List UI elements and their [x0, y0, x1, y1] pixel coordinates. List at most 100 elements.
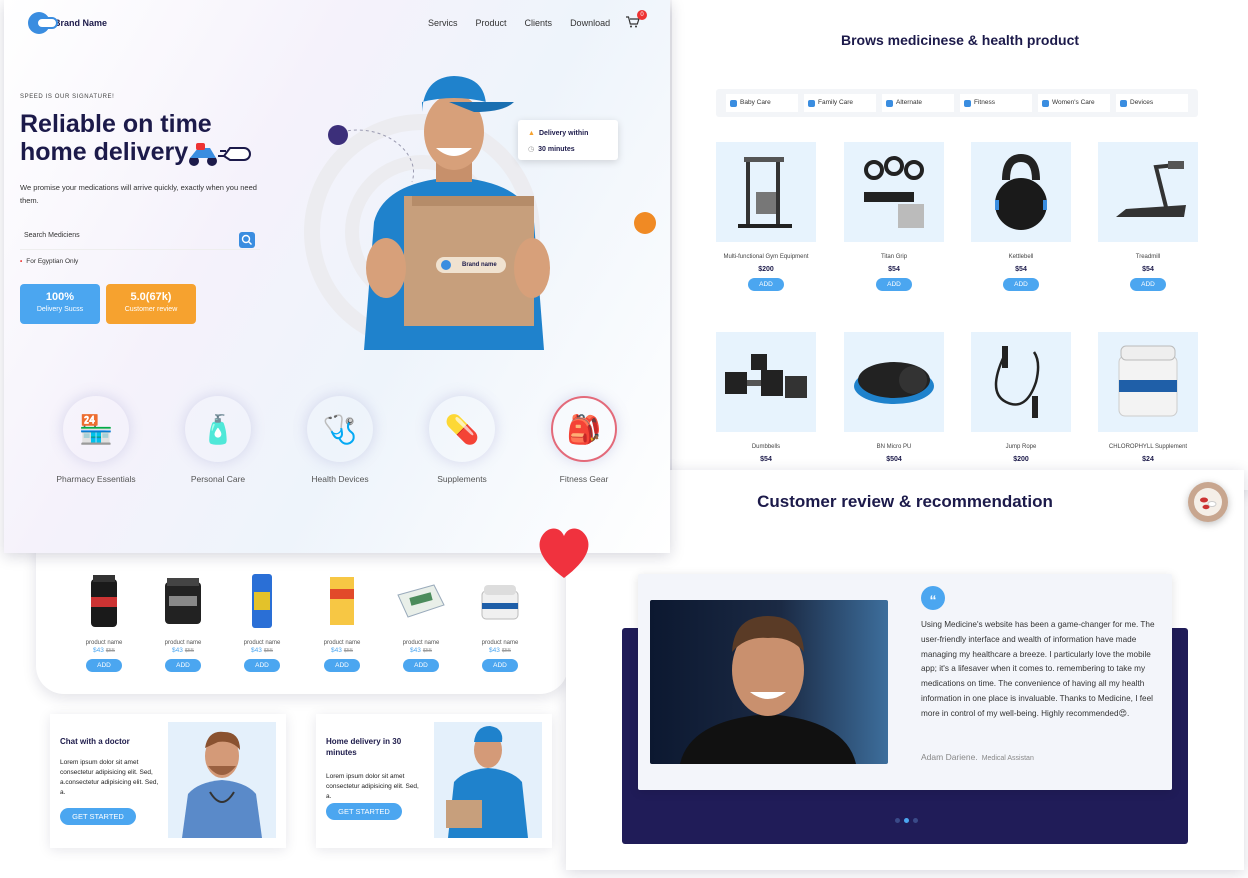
category-supplements[interactable]: 💊 Supplements	[412, 396, 512, 486]
filter-alternate[interactable]: Alternate	[882, 94, 954, 112]
nav-services[interactable]: Servics	[428, 18, 458, 28]
egypt-only-note: • For Egyptian Only	[20, 258, 78, 265]
search-button[interactable]	[239, 232, 255, 248]
stat-delivery-label: Delivery Sucss	[36, 306, 84, 313]
stethoscope-icon	[1120, 100, 1127, 107]
product-name: product name	[243, 640, 281, 646]
delivery-card-line1-text: Delivery within	[538, 130, 589, 137]
product-card[interactable]: Dumbbells $54	[716, 332, 816, 463]
note-text: For Egyptian Only	[26, 258, 79, 265]
promo-home-delivery: Home delivery in 30 minutes Lorem ipsum …	[316, 714, 552, 848]
personal-care-icon: 🧴	[185, 396, 251, 462]
carousel-dot[interactable]	[913, 818, 918, 823]
reviewer-photo	[650, 600, 888, 764]
get-started-button[interactable]: GET STARTED	[326, 803, 402, 820]
filter-devices[interactable]: Devices	[1116, 94, 1188, 112]
filter-label: Women's Care	[1052, 99, 1095, 106]
promo-title: Home delivery in 30 minutes	[326, 737, 402, 757]
filter-family-care[interactable]: Family Care	[804, 94, 876, 112]
product-price: $43 $55	[74, 647, 134, 654]
nav-clients[interactable]: Clients	[525, 18, 553, 28]
add-to-cart-button[interactable]: ADD	[86, 659, 122, 672]
scooter-icon	[189, 143, 251, 166]
delivery-card-line1: ▲ Delivery within	[528, 126, 608, 142]
add-to-cart-button[interactable]: ADD	[244, 659, 280, 672]
price-old: $55	[422, 648, 433, 654]
product-card[interactable]: Kettlebell $54 ADD	[971, 142, 1071, 291]
product-card[interactable]: BN Micro PU $504	[844, 332, 944, 463]
strip-product[interactable]: product name $43 $55 ADD	[470, 568, 530, 672]
product-name: Titan Grip	[880, 254, 908, 260]
product-price: $43 $55	[153, 647, 213, 654]
delivery-man-image	[364, 76, 550, 350]
price-current: $43	[171, 647, 183, 654]
product-price: $43 $55	[470, 647, 530, 654]
brand-logo[interactable]: Brand Name	[28, 12, 107, 34]
filter-label: Baby Care	[740, 99, 771, 106]
search-input[interactable]: Search Mediciens	[20, 226, 260, 250]
bullet-icon: •	[20, 258, 23, 265]
product-price: $504	[886, 456, 902, 463]
strip-product[interactable]: product name $43 $55 ADD	[312, 568, 372, 672]
category-personal-care[interactable]: 🧴 Personal Care	[168, 396, 268, 486]
filter-label: Fitness	[974, 99, 995, 106]
product-name: product name	[85, 640, 123, 646]
product-name: BN Micro PU	[876, 444, 912, 450]
cart-count-badge: 0	[637, 10, 647, 20]
product-card[interactable]: Multi-functional Gym Equipment $200 ADD	[716, 142, 816, 291]
energy-can-image	[232, 568, 292, 634]
filter-label: Family Care	[818, 99, 854, 106]
stat-delivery: 100% Delivery Sucss	[20, 284, 100, 324]
price-current: $43	[250, 647, 262, 654]
stat-review: 5.0(67k) Customer review	[106, 284, 196, 324]
hero-headline-line1: Reliable on time	[20, 110, 212, 138]
add-to-cart-button[interactable]: ADD	[1003, 278, 1039, 291]
product-card[interactable]: CHLOROPHYLL Supplement $24	[1098, 332, 1198, 463]
product-card[interactable]: Titan Grip $54 ADD	[844, 142, 944, 291]
product-card[interactable]: Jump Rope $200	[971, 332, 1071, 463]
filter-womens-care[interactable]: Women's Care	[1038, 94, 1110, 112]
supplement-tub-image	[153, 568, 213, 634]
strip-product[interactable]: product name $43 $55 ADD	[153, 568, 213, 672]
carousel-dot-active[interactable]	[904, 818, 909, 823]
add-to-cart-button[interactable]: ADD	[876, 278, 912, 291]
add-to-cart-button[interactable]: ADD	[1130, 278, 1166, 291]
add-to-cart-button[interactable]: ADD	[748, 278, 784, 291]
kettlebell-image	[971, 142, 1071, 242]
dumbbells-image	[716, 332, 816, 432]
strip-product[interactable]: product name $43 $55 ADD	[232, 568, 292, 672]
add-to-cart-button[interactable]: ADD	[482, 659, 518, 672]
product-price: $54	[1015, 266, 1027, 273]
get-started-button[interactable]: GET STARTED	[60, 808, 136, 825]
author-name: Adam Dariene.	[921, 752, 978, 762]
filter-fitness[interactable]: Fitness	[960, 94, 1032, 112]
cream-jar-image	[470, 568, 530, 634]
product-card[interactable]: Treadmill $54 ADD	[1098, 142, 1198, 291]
hero-eyebrow: SPEED IS OUR SIGNATURE!	[20, 94, 115, 100]
nav-download[interactable]: Download	[570, 18, 610, 28]
price-current: $43	[330, 647, 342, 654]
category-pharmacy[interactable]: 🏪 Pharmacy Essentials	[46, 396, 146, 486]
balance-pad-image	[844, 332, 944, 432]
filter-baby-care[interactable]: Baby Care	[726, 94, 798, 112]
box-label: Brand name	[462, 262, 497, 268]
protein-tub-image	[74, 568, 134, 634]
category-label: Pharmacy Essentials	[56, 474, 136, 484]
product-price: $43 $55	[232, 647, 292, 654]
product-name: product name	[164, 640, 202, 646]
delivery-man-small-image	[434, 722, 542, 838]
nav-product[interactable]: Product	[476, 18, 507, 28]
add-to-cart-button[interactable]: ADD	[403, 659, 439, 672]
location-pin-icon	[634, 212, 656, 234]
strip-product[interactable]: product name $43 $55 ADD	[74, 568, 134, 672]
delivery-card-line2: ◷ 30 minutes	[528, 142, 608, 158]
add-to-cart-button[interactable]: ADD	[324, 659, 360, 672]
category-health-devices[interactable]: 🩺 Health Devices	[290, 396, 390, 486]
gym-equipment-image	[716, 142, 816, 242]
product-price: $54	[888, 266, 900, 273]
carousel-dot[interactable]	[895, 818, 900, 823]
strip-product[interactable]: product name $43 $55 ADD	[391, 568, 451, 672]
product-name: Jump Rope	[1005, 444, 1037, 450]
add-to-cart-button[interactable]: ADD	[165, 659, 201, 672]
category-fitness-gear[interactable]: 🎒 Fitness Gear	[534, 396, 634, 486]
